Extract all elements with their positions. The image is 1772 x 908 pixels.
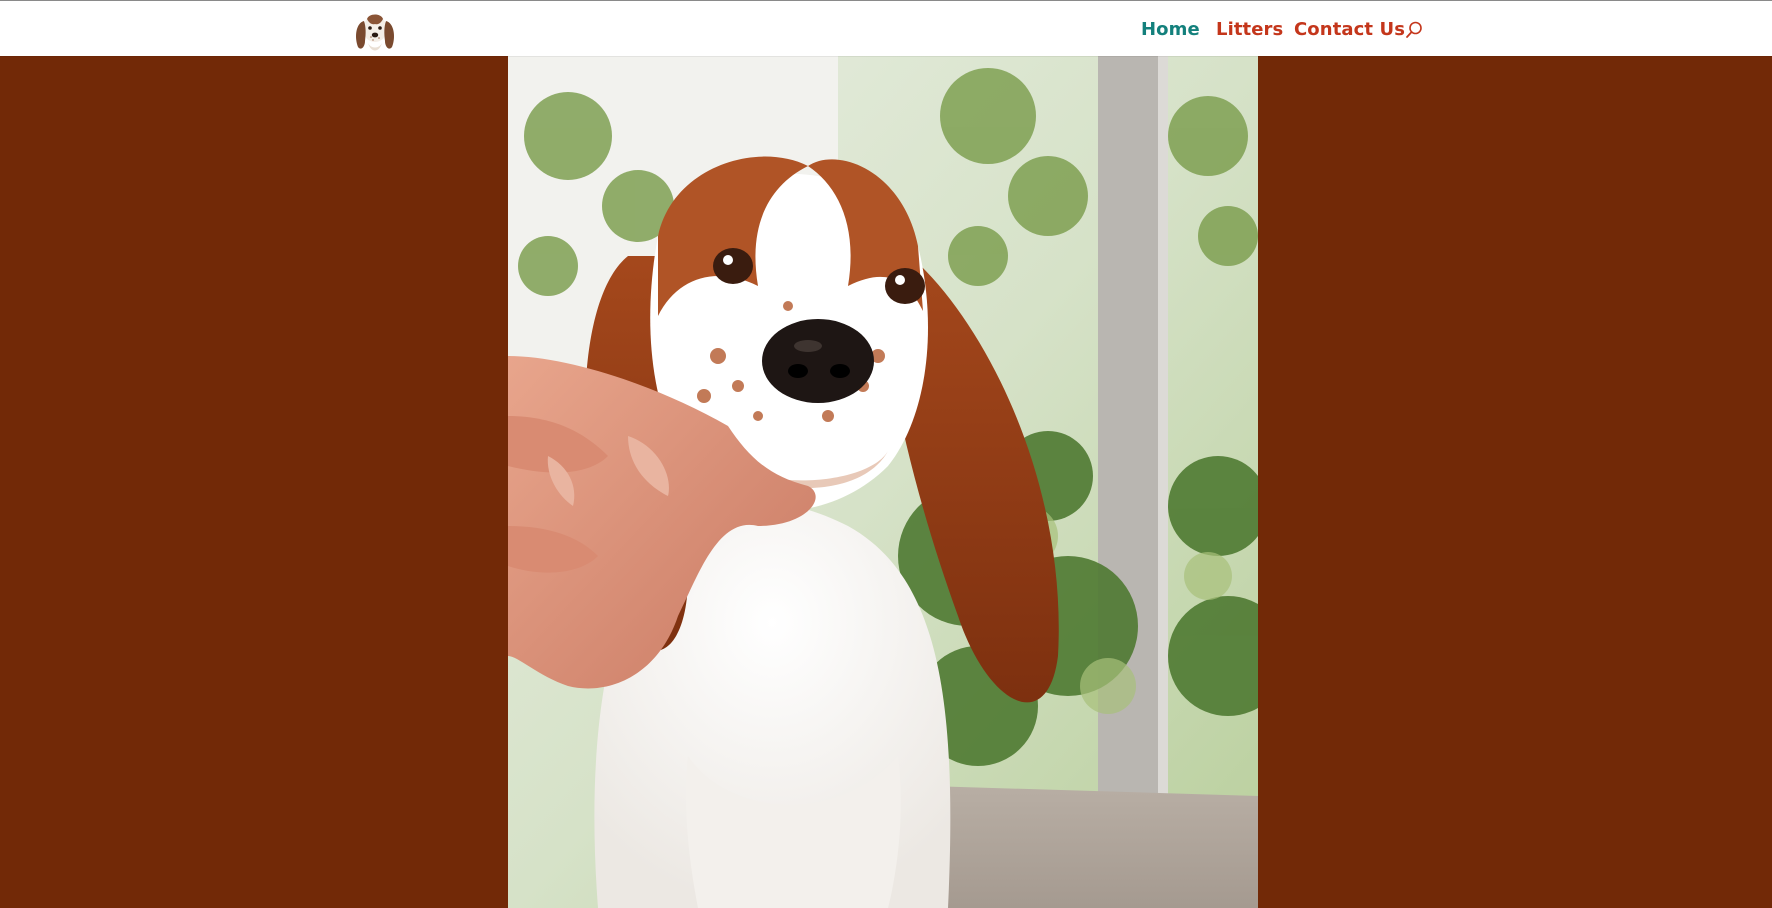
nav-contact-us-link[interactable]: Contact Us	[1294, 19, 1405, 41]
header-inner: Home Litters Contact Us	[0, 1, 1772, 57]
search-icon[interactable]	[1404, 20, 1424, 40]
hero-image	[508, 56, 1258, 908]
nav-home-link[interactable]: Home	[1141, 19, 1200, 41]
site-header: Home Litters Contact Us	[0, 0, 1772, 56]
nav-litters-link[interactable]: Litters	[1216, 19, 1283, 41]
main-nav: Home Litters Contact Us	[0, 1, 1772, 57]
